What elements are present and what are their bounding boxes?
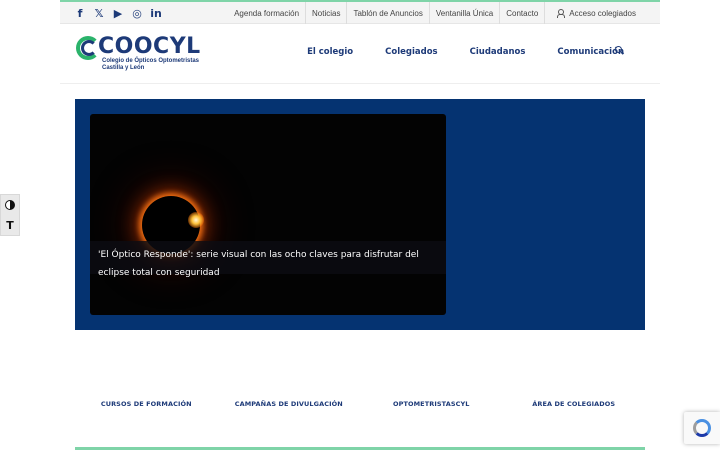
- video-caption[interactable]: 'El Óptico Responde': serie visual con l…: [90, 241, 446, 278]
- logo-subtitle-line2: Castilla y León: [102, 65, 145, 71]
- nav-ciudadanos[interactable]: Ciudadanos: [470, 47, 526, 57]
- acceso-colegiados-link[interactable]: Acceso colegiados: [544, 2, 642, 24]
- quick-links: CURSOS DE FORMACIÓN CAMPAÑAS DE DIVULGAC…: [75, 400, 645, 424]
- logo-subtitle: Colegio de Ópticos Optometristas Castill…: [102, 58, 199, 72]
- recaptcha-badge[interactable]: [684, 412, 720, 444]
- toggle-font-size-button[interactable]: T: [1, 215, 19, 235]
- nav-comunicacion[interactable]: Comunicación: [557, 47, 624, 57]
- topnav-noticias[interactable]: Noticias: [305, 2, 346, 24]
- featured-video[interactable]: 'El Óptico Responde': serie visual con l…: [90, 114, 446, 315]
- contrast-icon: [5, 200, 15, 210]
- topnav-contacto[interactable]: Contacto: [499, 2, 544, 24]
- recaptcha-icon: [693, 419, 711, 437]
- eclipse-flare: [188, 212, 204, 228]
- quick-link-optometristascyl[interactable]: OPTOMETRISTASCYL: [360, 400, 503, 424]
- x-twitter-icon[interactable]: 𝕏: [93, 6, 105, 20]
- toggle-contrast-button[interactable]: [1, 195, 19, 215]
- youtube-icon[interactable]: ▶: [112, 6, 124, 20]
- quick-link-cursos-formacion[interactable]: CURSOS DE FORMACIÓN: [75, 400, 218, 424]
- topnav-ventanilla-unica[interactable]: Ventanilla Única: [428, 2, 499, 24]
- user-icon: [557, 9, 566, 18]
- instagram-icon[interactable]: ◎: [131, 6, 143, 20]
- logo-text: COOCYL: [98, 34, 201, 59]
- site-header: COOCYL Colegio de Ópticos Optometristas …: [60, 24, 660, 84]
- search-icon[interactable]: [615, 46, 624, 55]
- main-nav: El colegio Colegiados Ciudadanos Comunic…: [307, 24, 624, 80]
- quick-link-campanas-divulgacion[interactable]: CAMPAÑAS DE DIVULGACIÓN: [218, 400, 361, 424]
- social-links: f 𝕏 ▶ ◎ in: [74, 6, 162, 20]
- topnav-tablon-anuncios[interactable]: Tablón de Anuncios: [346, 2, 428, 24]
- hero-section: 'El Óptico Responde': serie visual con l…: [75, 99, 645, 330]
- accessibility-toolbar: T: [0, 194, 20, 236]
- quick-link-area-colegiados[interactable]: ÁREA DE COLEGIADOS: [503, 400, 646, 424]
- topnav-agenda-formacion[interactable]: Agenda formación: [228, 2, 305, 24]
- font-size-icon: T: [6, 218, 14, 232]
- video-caption-text: 'El Óptico Responde': serie visual con l…: [98, 250, 419, 278]
- logo-ring-inner-icon: [81, 40, 97, 56]
- top-nav: Agenda formación Noticias Tablón de Anun…: [228, 2, 642, 24]
- page: f 𝕏 ▶ ◎ in Agenda formación Noticias Tab…: [60, 0, 660, 450]
- logo-subtitle-line1: Colegio de Ópticos Optometristas: [102, 58, 200, 64]
- acceso-colegiados-label: Acceso colegiados: [569, 8, 636, 18]
- nav-el-colegio[interactable]: El colegio: [307, 47, 353, 57]
- nav-colegiados[interactable]: Colegiados: [385, 47, 437, 57]
- logo[interactable]: COOCYL Colegio de Ópticos Optometristas …: [76, 34, 206, 74]
- top-bar: f 𝕏 ▶ ◎ in Agenda formación Noticias Tab…: [60, 0, 660, 24]
- linkedin-icon[interactable]: in: [150, 6, 162, 20]
- facebook-icon[interactable]: f: [74, 6, 86, 20]
